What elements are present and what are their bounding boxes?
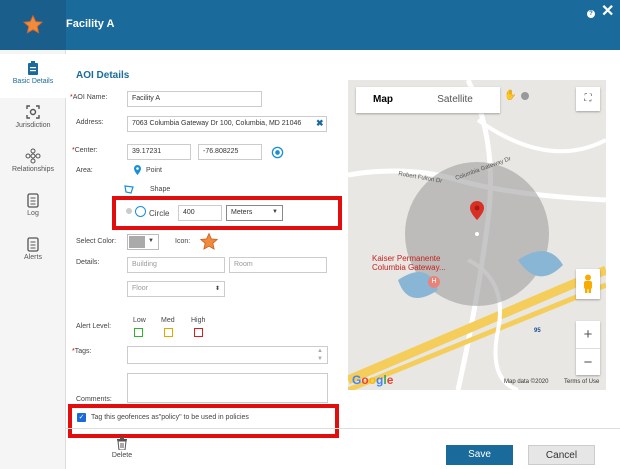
map-type-control: Map Satellite [356,87,500,113]
chevron-updown-icon: ⬍ [214,286,220,292]
hospital-icon: H [428,276,440,288]
building-input[interactable]: Building [127,257,225,273]
chevron-updown-icon: ▲ ▼ [317,348,323,362]
draw-marker-icon[interactable] [521,92,529,100]
map-attribution: Map data ©2020 [504,379,549,385]
footer-divider [66,428,620,429]
fullscreen-icon[interactable]: ⛶ [576,87,600,111]
floor-select[interactable]: Floor ⬍ [127,281,225,297]
tab-map[interactable]: Map [356,87,410,113]
highlight-policy-row [68,404,339,438]
google-logo: Google [352,373,394,387]
sidebar-item-basic-details[interactable]: Basic Details [0,54,66,98]
alert-med-label: Med [161,317,175,324]
center-label: *Center: [72,147,98,154]
sidebar-item-alerts[interactable]: Alerts [0,230,66,274]
highway-shield: 95 [534,328,541,334]
target-icon [26,105,40,119]
comments-textarea[interactable] [127,373,328,403]
map-view[interactable]: Robert Fulton Dr Columbia Gateway Dr Kai… [348,80,606,390]
poi-label: Kaiser Permanente Columbia Gateway... [372,254,446,272]
alert-low-checkbox[interactable] [134,328,143,337]
sidebar-item-label: Basic Details [12,78,54,85]
chevron-down-icon: ▼ [272,209,278,215]
zoom-in-button[interactable]: + [576,321,600,348]
dialog-title: Facility A [66,18,115,30]
aoi-name-input[interactable]: Facility A [127,91,262,107]
star-icon[interactable] [199,232,219,252]
trash-icon [117,437,127,451]
area-shape-radio[interactable] [123,183,135,197]
close-icon[interactable]: ✕ [601,4,614,20]
area-shape-label: Shape [150,186,171,193]
cancel-button[interactable]: Cancel [528,445,595,465]
delete-button[interactable]: Delete [110,437,134,459]
locate-icon[interactable] [271,146,284,159]
sidebar-item-jurisdiction[interactable]: Jurisdiction [0,98,66,142]
sidebar-item-label: Log [27,210,39,217]
alert-level-label: Alert Level: [76,323,112,330]
sidebar-item-label: Relationships [11,166,55,173]
tab-satellite[interactable]: Satellite [410,87,500,113]
comments-label: Comments: [76,396,112,403]
main-panel: AOI Details *AOI Name: Facility A Addres… [66,50,620,469]
center-lng-input[interactable]: -76.808225 [198,144,262,160]
policy-checkbox[interactable]: ✓ [77,413,86,422]
pegman-icon [584,274,592,293]
alert-high-label: High [191,317,206,324]
shape-icon [124,185,134,194]
save-button[interactable]: Save [446,445,513,465]
tags-input[interactable]: ▲ ▼ [127,346,328,364]
aoi-name-label: *AOI Name: [70,94,108,101]
tags-label: *Tags: [72,348,92,355]
pegman-control[interactable] [576,269,600,299]
clipboard-icon [28,61,38,75]
network-icon [25,148,41,164]
area-label: Area: [76,167,93,174]
color-picker[interactable]: ▼ [127,234,159,250]
radius-input[interactable]: 400 [178,205,222,221]
alerts-icon [27,237,39,252]
address-input[interactable]: 7063 Columbia Gateway Dr 100, Columbia, … [127,116,327,132]
area-point-radio[interactable] [132,164,144,176]
map-pin-icon [134,165,141,175]
floor-select-placeholder: Floor [132,285,148,292]
center-lat-input[interactable]: 39.17231 [127,144,191,160]
area-circle-radio[interactable] [135,206,146,217]
room-input[interactable]: Room [229,257,327,273]
details-label: Details: [76,259,100,266]
sidebar-item-label: Alerts [24,254,42,261]
hand-tool-icon[interactable]: ✋ [504,90,516,101]
chevron-down-icon: ▼ [148,238,154,244]
zoom-out-button[interactable]: − [576,348,600,375]
alert-high-checkbox[interactable] [194,328,203,337]
section-title: AOI Details [76,70,130,81]
alert-low-label: Low [133,317,146,324]
clear-address-icon[interactable]: ✖ [316,118,324,129]
area-circle-label: Circle [149,209,170,218]
policy-checkbox-label: Tag this geofences as"policy" to be used… [91,414,249,421]
radio-dot [126,208,132,214]
map-canvas [348,80,606,390]
zoom-control: + − [576,321,600,375]
alert-med-checkbox[interactable] [164,328,173,337]
map-terms-link[interactable]: Terms of Use [564,379,599,385]
delete-label: Delete [111,452,133,459]
area-point-label: Point [146,167,162,174]
help-icon[interactable]: ? [587,10,595,18]
color-swatch [129,236,145,248]
sidebar-item-label: Jurisdiction [15,122,51,129]
unit-select[interactable]: Meters ▼ [226,205,283,221]
dialog-header: Facility A ? ✕ [0,0,620,50]
address-label: Address: [76,119,104,126]
sidebar-item-relationships[interactable]: Relationships [0,142,66,186]
unit-select-value: Meters [231,209,253,216]
icon-label: Icon: [175,238,191,245]
logo [0,0,66,50]
sidebar: Basic Details Jurisdiction Relationships… [0,50,66,469]
star-icon [22,14,44,34]
select-color-label: Select Color: [76,238,117,245]
sidebar-item-log[interactable]: Log [0,186,66,230]
log-icon [27,193,39,208]
